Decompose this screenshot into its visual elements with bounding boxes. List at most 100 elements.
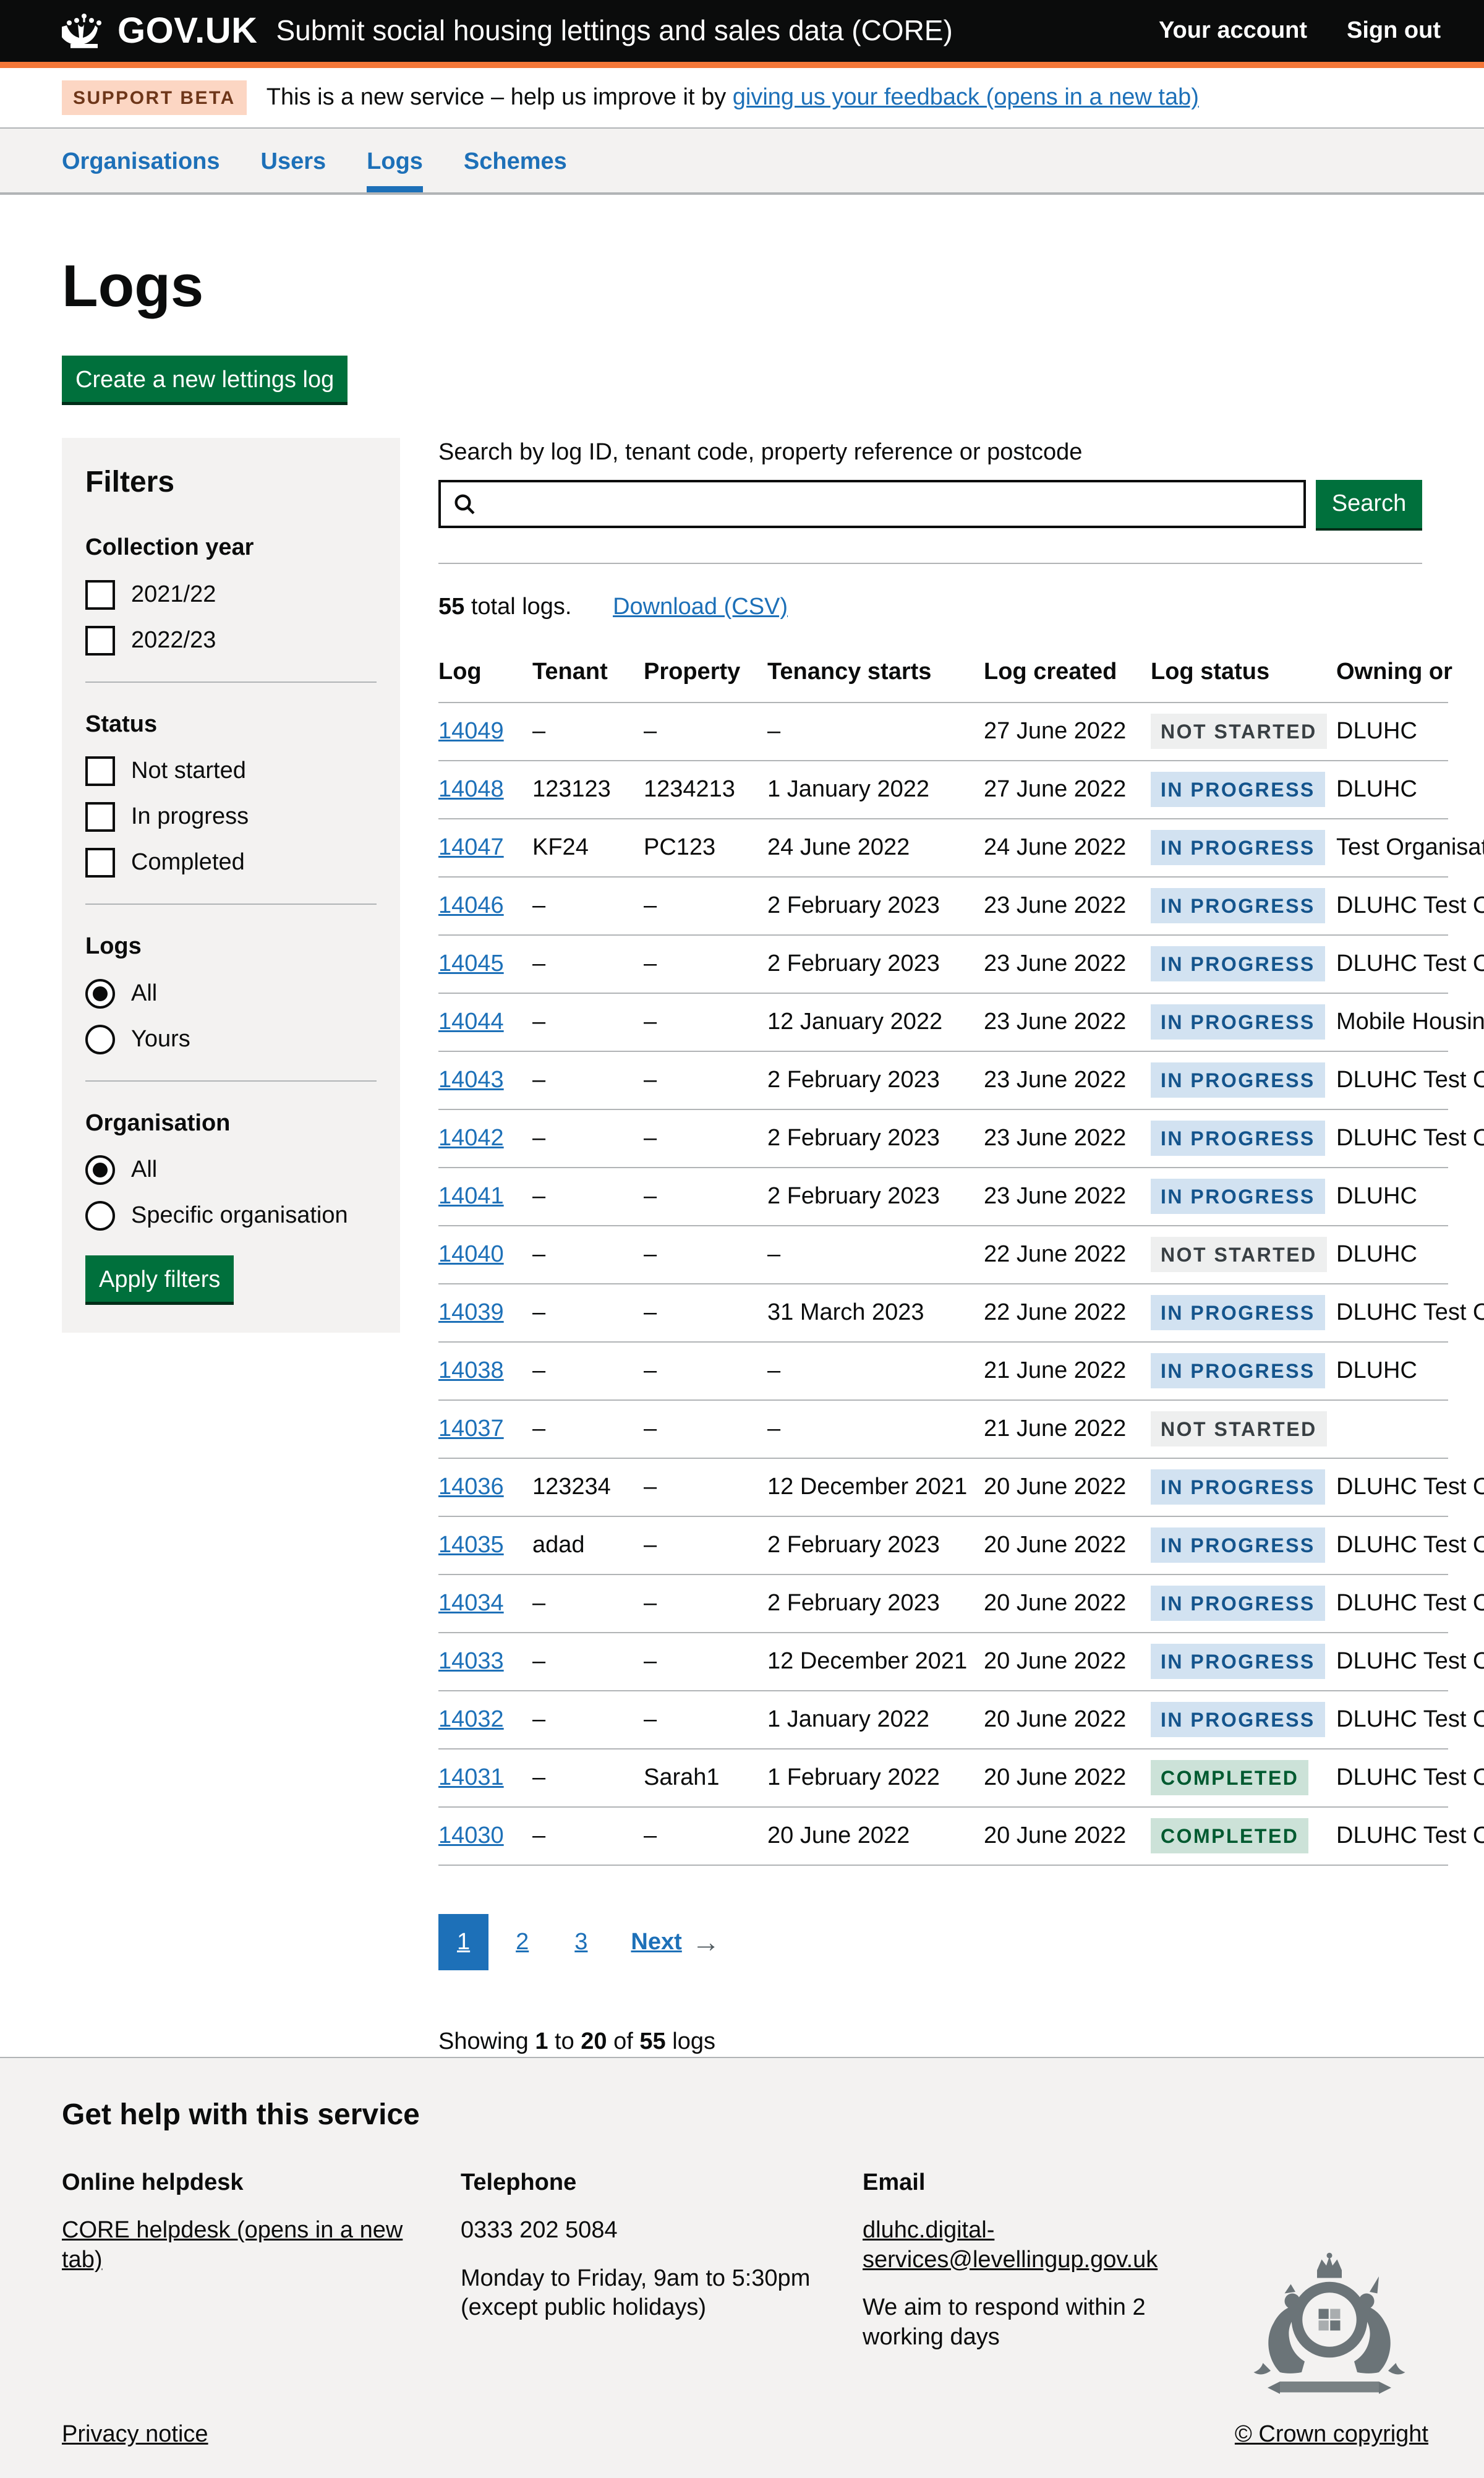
showing-total: 55 (639, 2028, 665, 2054)
cell-property: – (644, 1051, 767, 1109)
cell-log-created: 22 June 2022 (984, 1226, 1151, 1284)
log-link-14038[interactable]: 14038 (438, 1357, 504, 1383)
log-link-14039[interactable]: 14039 (438, 1299, 504, 1325)
service-name-link[interactable]: Submit social housing lettings and sales… (276, 13, 952, 49)
nav-link-schemes[interactable]: Schemes (464, 148, 567, 174)
log-link-14045[interactable]: 14045 (438, 951, 504, 976)
cell-log: 14041 (438, 1168, 532, 1226)
your-account-link[interactable]: Your account (1159, 16, 1307, 46)
log-link-14043[interactable]: 14043 (438, 1067, 504, 1093)
table-row: 14035adad–2 February 202320 June 2022IN … (438, 1516, 1448, 1574)
radio-row-yours[interactable]: Yours (85, 1025, 377, 1054)
privacy-notice-link[interactable]: Privacy notice (62, 2420, 208, 2450)
checkbox-not-started[interactable] (85, 756, 115, 786)
filter-group-logs: Logs (85, 932, 377, 962)
status-badge: NOT STARTED (1151, 1237, 1327, 1272)
cell-property: – (644, 1458, 767, 1516)
status-badge: NOT STARTED (1151, 1411, 1327, 1446)
cell-log: 14034 (438, 1574, 532, 1633)
cell-tenant: – (532, 935, 644, 993)
pagination-page-3[interactable]: 3 (556, 1914, 606, 1971)
showing-suffix: logs (672, 2028, 715, 2054)
checkbox-completed[interactable] (85, 848, 115, 878)
cell-property: – (644, 1284, 767, 1342)
status-badge: IN PROGRESS (1151, 772, 1325, 807)
radio-row-specific-organisation[interactable]: Specific organisation (85, 1201, 377, 1231)
nav-link-organisations[interactable]: Organisations (62, 148, 220, 174)
cell-tenant: – (532, 703, 644, 761)
radio-specific-organisation[interactable] (85, 1201, 115, 1231)
search-button[interactable]: Search (1316, 480, 1422, 528)
download-csv-link[interactable]: Download (CSV) (613, 594, 788, 620)
cell-owning-organisation (1336, 1400, 1448, 1458)
checkbox-row-in-progress[interactable]: In progress (85, 802, 377, 832)
cell-log: 14046 (438, 877, 532, 935)
log-link-14034[interactable]: 14034 (438, 1590, 504, 1616)
pagination-page-1[interactable]: 1 (438, 1914, 488, 1971)
footer-heading-telephone: Telephone (461, 2168, 863, 2198)
filters-panel: Filters Collection year2021/222022/23Sta… (62, 438, 400, 1333)
apply-filters-button[interactable]: Apply filters (85, 1255, 234, 1302)
log-link-14031[interactable]: 14031 (438, 1764, 504, 1790)
feedback-link[interactable]: giving us your feedback (opens in a new … (733, 84, 1199, 110)
cell-log-created: 22 June 2022 (984, 1284, 1151, 1342)
checkbox-row-completed[interactable]: Completed (85, 848, 377, 878)
phase-banner-text: This is a new service – help us improve … (267, 83, 1199, 113)
log-link-14035[interactable]: 14035 (438, 1532, 504, 1558)
create-lettings-log-button[interactable]: Create a new lettings log (62, 356, 348, 402)
footer-column-email: Emaildluhc.digital-services@levellingup.… (863, 2168, 1261, 2371)
showing-of-word: of (613, 2028, 633, 2054)
radio-all[interactable] (85, 979, 115, 1009)
radio-row-all[interactable]: All (85, 1155, 377, 1185)
option-label: In progress (131, 802, 249, 832)
footer-link-dluhc-digital-services-levelli[interactable]: dluhc.digital-services@levellingup.gov.u… (863, 2217, 1158, 2273)
log-link-14030[interactable]: 14030 (438, 1822, 504, 1848)
checkbox-2022-23[interactable] (85, 626, 115, 656)
column-header-log-created: Log created (984, 646, 1151, 703)
cell-log-created: 23 June 2022 (984, 877, 1151, 935)
checkbox-row-2022-23[interactable]: 2022/23 (85, 626, 377, 656)
option-label: Specific organisation (131, 1201, 348, 1231)
log-link-14037[interactable]: 14037 (438, 1416, 504, 1442)
radio-yours[interactable] (85, 1025, 115, 1054)
table-row: 14030––20 June 202220 June 2022COMPLETED… (438, 1807, 1448, 1865)
nav-item-organisations: Organisations (62, 129, 220, 193)
checkbox-in-progress[interactable] (85, 802, 115, 832)
checkbox-2021-22[interactable] (85, 580, 115, 610)
cell-log: 14037 (438, 1400, 532, 1458)
cell-tenant: adad (532, 1516, 644, 1574)
radio-all[interactable] (85, 1155, 115, 1185)
cell-log: 14035 (438, 1516, 532, 1574)
search-input[interactable] (438, 480, 1306, 528)
log-link-14033[interactable]: 14033 (438, 1648, 504, 1674)
checkbox-row-2021-22[interactable]: 2021/22 (85, 580, 377, 610)
nav-link-users[interactable]: Users (261, 148, 326, 174)
pagination-page-2[interactable]: 2 (497, 1914, 547, 1971)
log-link-14049[interactable]: 14049 (438, 718, 504, 744)
log-link-14046[interactable]: 14046 (438, 892, 504, 918)
govuk-logo[interactable]: GOV.UK (62, 9, 257, 54)
log-link-14042[interactable]: 14042 (438, 1125, 504, 1151)
showing-summary: Showing 1 to 20 of 55 logs (438, 2027, 1422, 2057)
log-link-14040[interactable]: 14040 (438, 1241, 504, 1267)
cell-log: 14033 (438, 1633, 532, 1691)
status-badge: IN PROGRESS (1151, 888, 1325, 923)
footer-link-core-helpdesk-opens-in-a-new-t[interactable]: CORE helpdesk (opens in a new tab) (62, 2217, 403, 2273)
footer-title: Get help with this service (62, 2096, 1428, 2134)
cell-owning-organisation: DLUHC (1336, 703, 1448, 761)
log-link-14044[interactable]: 14044 (438, 1009, 504, 1035)
log-link-14047[interactable]: 14047 (438, 834, 504, 860)
nav-link-logs[interactable]: Logs (367, 148, 423, 174)
checkbox-row-not-started[interactable]: Not started (85, 756, 377, 786)
crown-copyright-link[interactable]: © Crown copyright (1235, 2420, 1428, 2450)
log-link-14036[interactable]: 14036 (438, 1474, 504, 1500)
log-link-14048[interactable]: 14048 (438, 776, 504, 802)
primary-nav: Organisations Users Logs Schemes (0, 129, 1484, 195)
status-badge: IN PROGRESS (1151, 1702, 1325, 1737)
log-link-14041[interactable]: 14041 (438, 1183, 504, 1209)
sign-out-link[interactable]: Sign out (1347, 16, 1441, 46)
radio-row-all[interactable]: All (85, 979, 377, 1009)
table-row: 14038–––21 June 2022IN PROGRESSDLUHC (438, 1342, 1448, 1400)
log-link-14032[interactable]: 14032 (438, 1706, 504, 1732)
pagination-next-link[interactable]: Next (631, 1928, 681, 1957)
